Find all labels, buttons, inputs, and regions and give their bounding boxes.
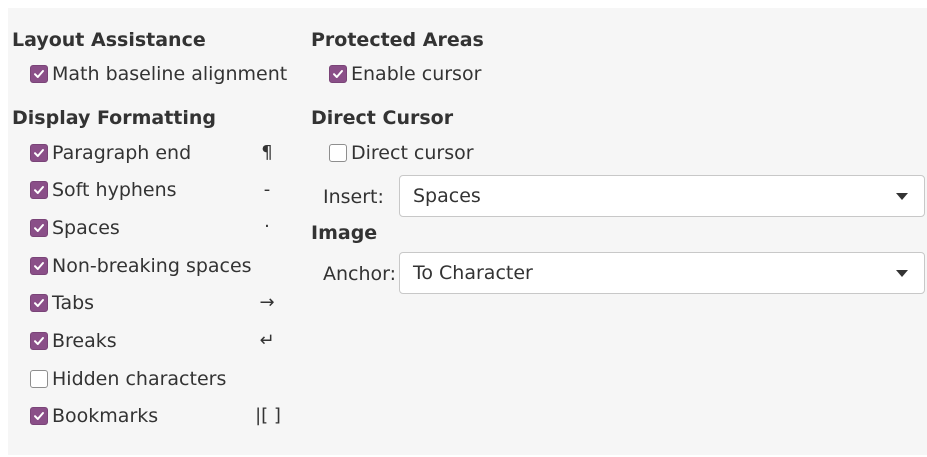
break-return-symbol: ↵ <box>259 330 275 351</box>
tab-arrow-symbol: → <box>259 292 275 313</box>
checkbox-label: Paragraph end <box>52 142 192 164</box>
enable-cursor-checkbox[interactable]: Enable cursor <box>329 61 481 87</box>
paragraph-mark-symbol: ¶ <box>261 142 273 163</box>
checkbox-unchecked-icon <box>30 370 48 388</box>
spaces-checkbox[interactable]: Spaces <box>30 215 120 241</box>
breaks-checkbox[interactable]: Breaks <box>30 328 117 354</box>
soft-hyphens-checkbox[interactable]: Soft hyphens <box>30 177 177 203</box>
checkbox-checked-icon <box>30 181 48 199</box>
anchor-dropdown[interactable]: To Character <box>399 252 925 294</box>
direct-cursor-heading: Direct Cursor <box>311 107 454 129</box>
checkbox-checked-icon <box>30 257 48 275</box>
checkbox-label: Hidden characters <box>52 368 227 390</box>
checkbox-checked-icon <box>30 219 48 237</box>
checkbox-checked-icon <box>30 294 48 312</box>
checkbox-label: Bookmarks <box>52 405 159 427</box>
tabs-checkbox[interactable]: Tabs <box>30 290 94 316</box>
hidden-characters-checkbox[interactable]: Hidden characters <box>30 366 226 392</box>
insert-dropdown-value: Spaces <box>413 185 481 207</box>
checkbox-label: Spaces <box>52 217 120 239</box>
layout-assistance-heading: Layout Assistance <box>12 29 206 51</box>
checkbox-checked-icon <box>30 65 48 83</box>
paragraph-end-checkbox[interactable]: Paragraph end <box>30 140 191 166</box>
display-formatting-heading: Display Formatting <box>12 107 216 129</box>
chevron-down-icon <box>880 192 924 200</box>
math-baseline-checkbox[interactable]: Math baseline alignment <box>30 61 287 87</box>
anchor-label: Anchor: <box>323 263 397 285</box>
soft-hyphen-symbol: - <box>263 179 271 200</box>
checkbox-label: Soft hyphens <box>52 179 177 201</box>
checkbox-label: Tabs <box>52 292 95 314</box>
checkbox-checked-icon <box>30 144 48 162</box>
bookmarks-checkbox[interactable]: Bookmarks <box>30 403 158 429</box>
image-heading: Image <box>311 222 378 244</box>
checkbox-checked-icon <box>30 407 48 425</box>
protected-areas-heading: Protected Areas <box>311 29 484 51</box>
checkbox-checked-icon <box>329 65 347 83</box>
non-breaking-spaces-checkbox[interactable]: Non-breaking spaces <box>30 253 252 279</box>
checkbox-label: Math baseline alignment <box>52 63 288 85</box>
checkbox-unchecked-icon <box>329 144 347 162</box>
checkbox-label: Direct cursor <box>351 142 474 164</box>
direct-cursor-checkbox[interactable]: Direct cursor <box>329 140 474 166</box>
space-dot-symbol: · <box>264 216 270 237</box>
checkbox-label: Non-breaking spaces <box>52 255 252 277</box>
checkbox-label: Breaks <box>52 330 117 352</box>
bookmark-symbol: |[ ] <box>255 405 281 426</box>
insert-dropdown[interactable]: Spaces <box>399 175 925 217</box>
chevron-down-icon <box>880 269 924 277</box>
checkbox-checked-icon <box>30 332 48 350</box>
insert-label: Insert: <box>323 186 384 208</box>
anchor-dropdown-value: To Character <box>413 262 533 284</box>
checkbox-label: Enable cursor <box>351 63 482 85</box>
